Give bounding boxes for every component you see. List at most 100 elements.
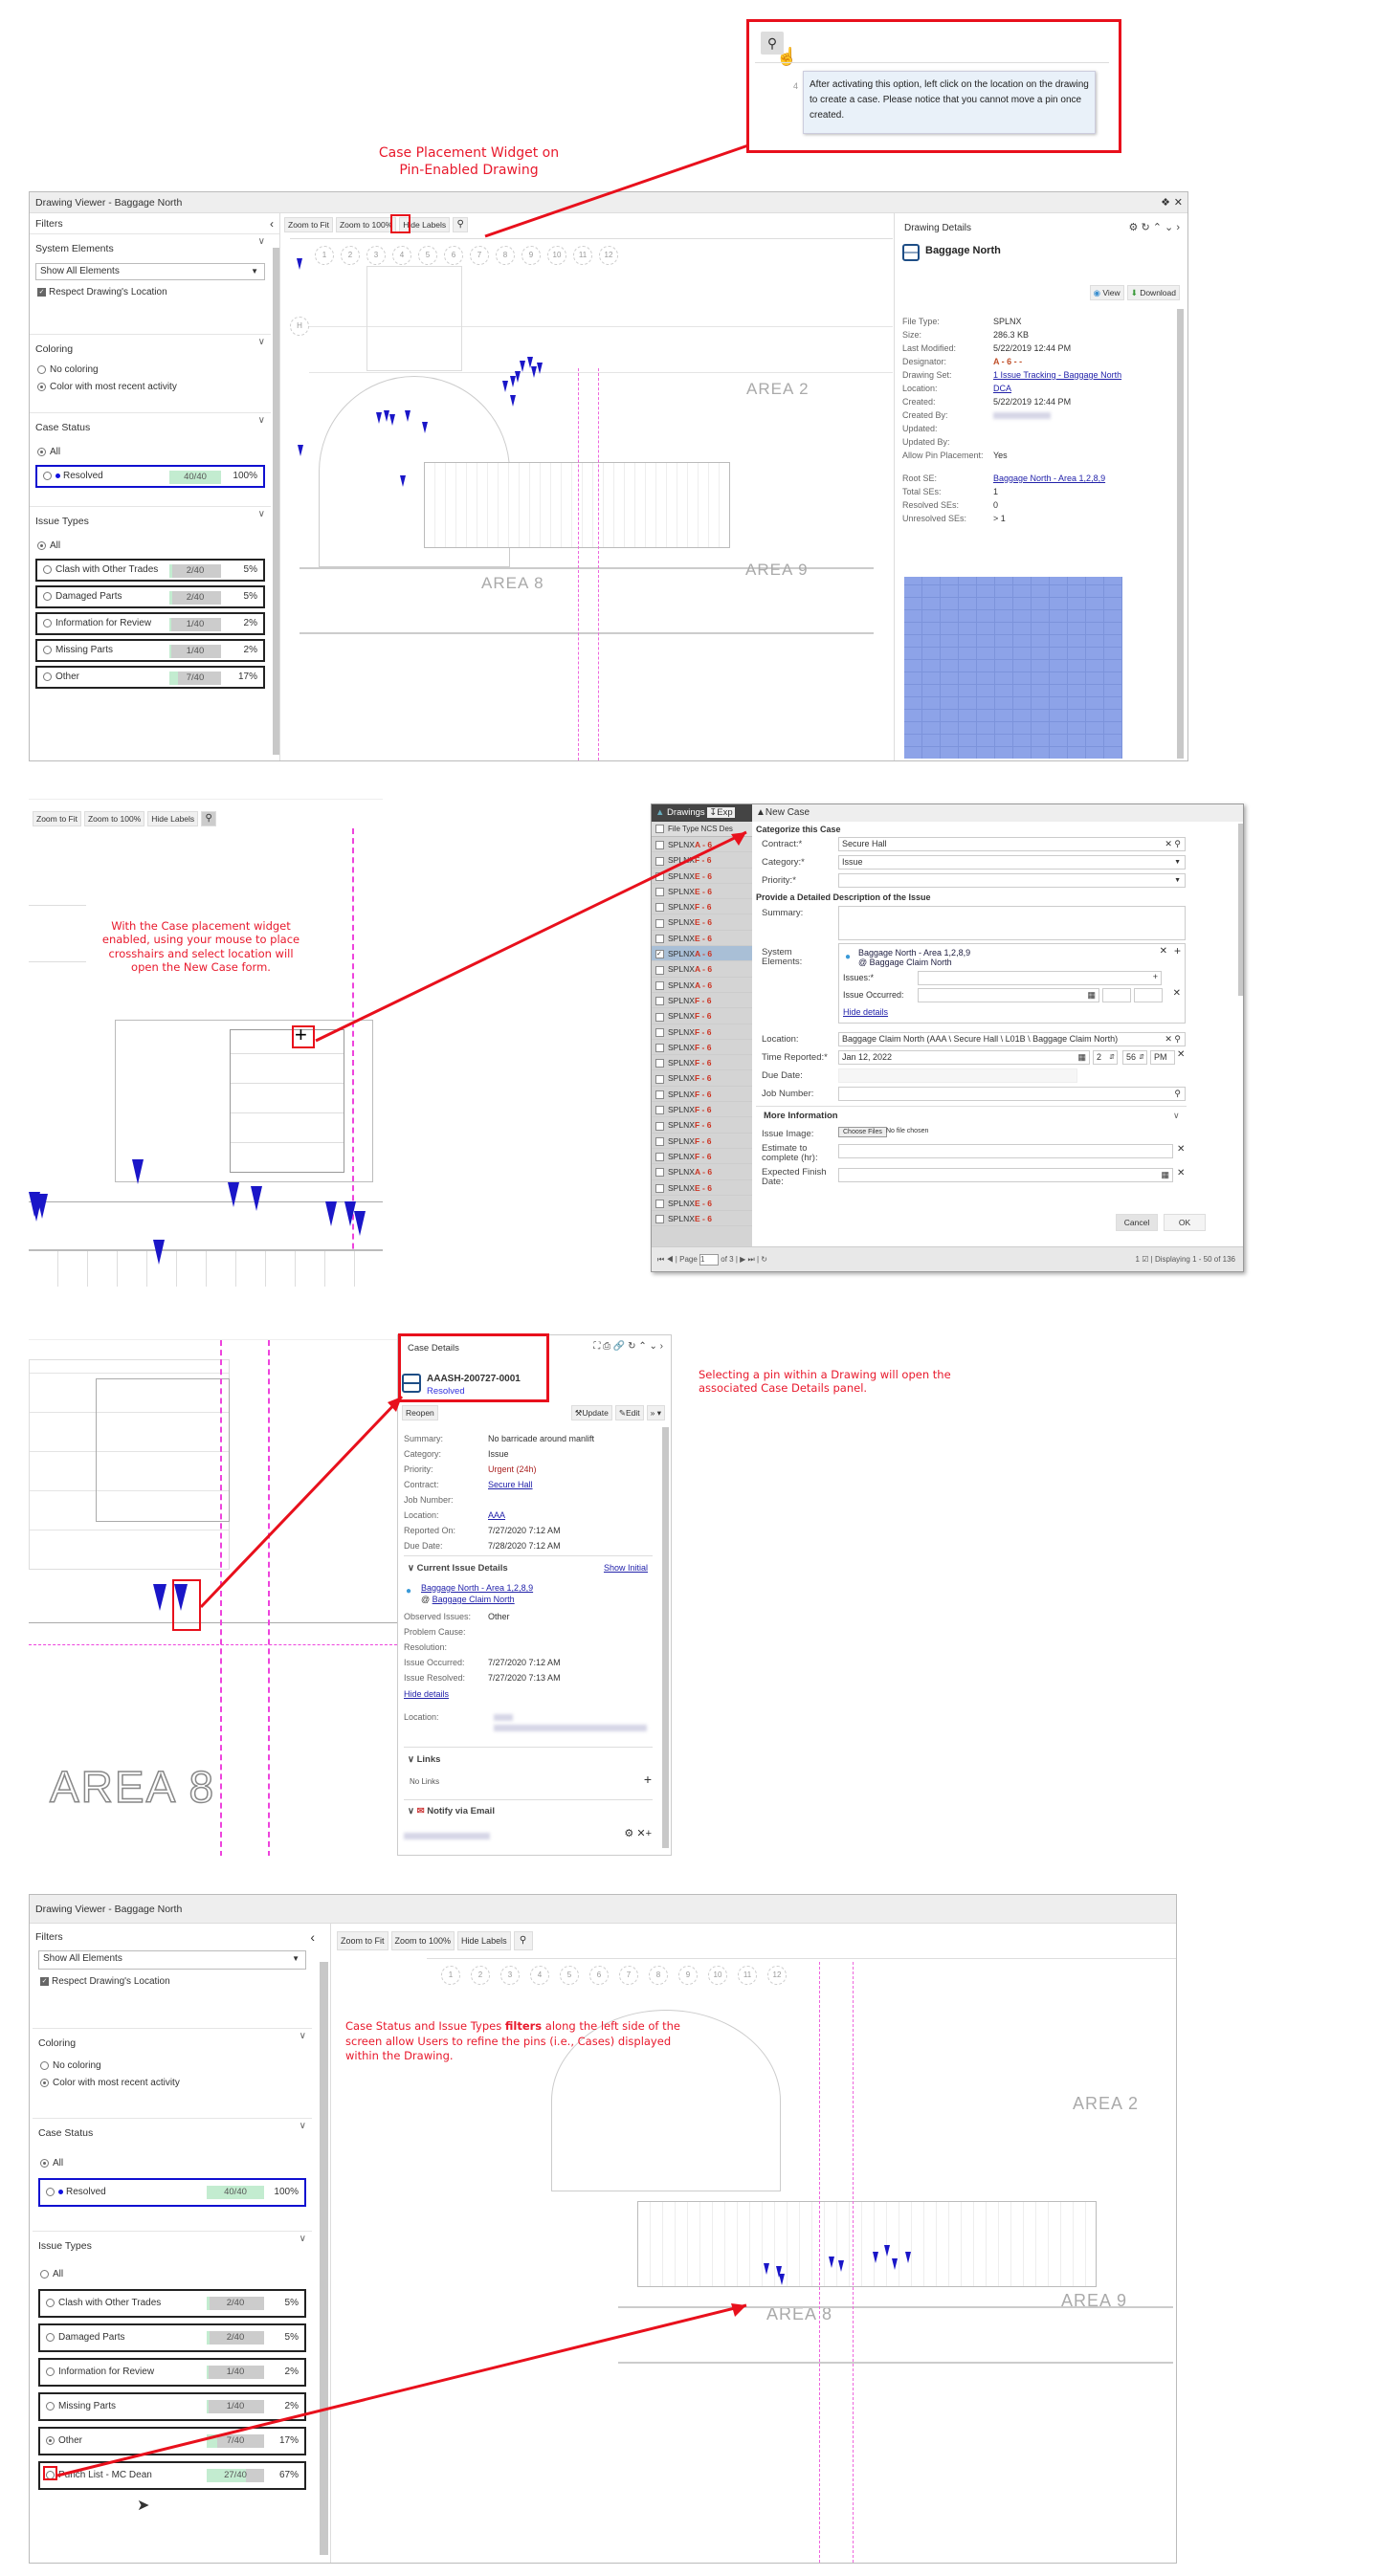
issue-occurred-minute[interactable]: [1134, 988, 1163, 1002]
current-issue-header[interactable]: ∨ Current Issue Details: [408, 1563, 508, 1574]
edit-button[interactable]: ✎Edit: [614, 1405, 644, 1420]
grid-row[interactable]: SPLNXF - 6: [652, 1087, 752, 1103]
estimate-input[interactable]: [838, 1144, 1173, 1158]
grid-row[interactable]: SPLNXF - 6: [652, 1102, 752, 1118]
row-checkbox[interactable]: [655, 997, 664, 1006]
tab-drawings[interactable]: Drawings: [667, 807, 705, 818]
help-icon[interactable]: ❖: [1161, 192, 1170, 213]
clear-icon[interactable]: ✕: [1177, 1144, 1185, 1155]
hide-labels-button[interactable]: Hide Labels: [457, 1931, 511, 1950]
chevron-down-icon[interactable]: ∨: [258, 509, 265, 519]
detail-link[interactable]: DCA: [993, 384, 1011, 393]
issue-types-all[interactable]: All: [35, 538, 265, 555]
row-checkbox[interactable]: [655, 871, 664, 881]
summary-textarea[interactable]: [838, 906, 1186, 940]
case-pin[interactable]: [779, 2274, 785, 2285]
refresh-icon[interactable]: ↻: [628, 1341, 635, 1352]
case-pin[interactable]: [389, 414, 395, 426]
case-pin[interactable]: [838, 2260, 844, 2272]
grid-row[interactable]: SPLNXE - 6: [652, 931, 752, 947]
grid-row[interactable]: SPLNXE - 6: [652, 1180, 752, 1196]
issue-types-all[interactable]: All: [38, 2266, 306, 2283]
chevron-right-icon[interactable]: ›: [660, 1341, 663, 1352]
issue-type-row[interactable]: Missing Parts 1/40 2%: [38, 2392, 306, 2421]
row-checkbox[interactable]: [655, 1121, 664, 1131]
case-pin[interactable]: [884, 2245, 890, 2257]
case-pin[interactable]: [298, 445, 303, 456]
expand-down-icon[interactable]: ⌄: [1165, 222, 1173, 233]
print-icon[interactable]: ⎙: [603, 1341, 610, 1352]
pin-placement-button[interactable]: ⚲: [453, 217, 469, 232]
row-checkbox[interactable]: [655, 1136, 664, 1146]
export-button[interactable]: ↧Exp: [707, 807, 735, 818]
grid-row[interactable]: SPLNXA - 6: [652, 961, 752, 978]
pin-placement-button[interactable]: ⚲: [513, 1931, 533, 1950]
filters-scrollbar[interactable]: [273, 248, 279, 755]
detail-link[interactable]: Baggage North - Area 1,2,8,9: [993, 473, 1105, 483]
search-icon[interactable]: ⚲: [1174, 1088, 1181, 1100]
case-pin[interactable]: [325, 1201, 337, 1226]
grid-row[interactable]: SPLNXF - 6: [652, 1149, 752, 1165]
respect-location-checkbox[interactable]: ✓ Respect Drawing's Location: [35, 284, 265, 301]
time-ampm-select[interactable]: PM: [1150, 1050, 1175, 1065]
priority-select[interactable]: ▼: [838, 873, 1186, 888]
chevron-down-icon[interactable]: ∨: [300, 2121, 306, 2131]
row-checkbox[interactable]: [655, 1200, 664, 1209]
issue-type-row[interactable]: Punch List - MC Dean 27/40 67%: [38, 2461, 306, 2490]
add-icon[interactable]: +: [646, 1828, 652, 1839]
row-checkbox[interactable]: [655, 841, 664, 850]
row-checkbox[interactable]: [655, 1215, 664, 1224]
case-status-row-resolved[interactable]: Resolved 40/40 100%: [38, 2178, 306, 2207]
row-checkbox[interactable]: [655, 980, 664, 990]
details-scrollbar[interactable]: [1177, 309, 1184, 759]
grid-row[interactable]: SPLNXE - 6: [652, 914, 752, 931]
select-all-checkbox[interactable]: [655, 825, 664, 834]
case-pin[interactable]: [502, 381, 508, 392]
expand-down-icon[interactable]: ⌄: [649, 1341, 656, 1352]
calendar-icon[interactable]: ▦: [1161, 1169, 1169, 1181]
case-pin[interactable]: [510, 376, 516, 387]
zoom-to-100-button[interactable]: Zoom to 100%: [390, 1931, 455, 1950]
row-checkbox[interactable]: [655, 903, 664, 913]
last-page-icon[interactable]: ⏭: [748, 1255, 755, 1264]
refresh-icon[interactable]: ↻: [761, 1255, 767, 1264]
issue-type-row[interactable]: Missing Parts 1/40 2%: [35, 639, 265, 662]
grid-row[interactable]: SPLNXE - 6: [652, 1211, 752, 1227]
calendar-icon[interactable]: ▦: [1087, 989, 1096, 1002]
grid-row[interactable]: SPLNXE - 6: [652, 1196, 752, 1212]
job-number-input[interactable]: ⚲: [838, 1087, 1186, 1101]
grid-row[interactable]: SPLNXA - 6: [652, 1164, 752, 1180]
chevron-down-icon[interactable]: ∨: [300, 2234, 306, 2244]
collapse-filters-icon[interactable]: ‹: [310, 1924, 315, 1950]
row-checkbox[interactable]: [655, 918, 664, 928]
view-button[interactable]: ◉ View: [1089, 285, 1124, 300]
case-pin[interactable]: [400, 475, 406, 487]
row-checkbox[interactable]: [655, 1090, 664, 1099]
case-pin[interactable]: [422, 422, 428, 433]
row-checkbox[interactable]: [655, 1106, 664, 1115]
grid-row[interactable]: SPLNXF - 6: [652, 852, 752, 869]
show-initial-link[interactable]: Show Initial: [604, 1563, 648, 1573]
clear-icon[interactable]: ✕: [1177, 1168, 1185, 1178]
clear-time-icon[interactable]: ✕: [1173, 988, 1181, 999]
grid-row[interactable]: SPLNXF - 6: [652, 1117, 752, 1134]
case-pin[interactable]: [354, 1211, 366, 1236]
category-select[interactable]: Issue ▼: [838, 855, 1186, 870]
crosshair-canvas[interactable]: Zoom to Fit Zoom to 100% Hide Labels ⚲ With…: [29, 799, 383, 1287]
grid-row[interactable]: SPLNXF - 6: [652, 899, 752, 915]
field-link[interactable]: Secure Hall: [488, 1480, 533, 1489]
chevron-down-icon[interactable]: ∨: [300, 2031, 306, 2041]
cancel-button[interactable]: Cancel: [1116, 1214, 1158, 1231]
ok-button[interactable]: OK: [1164, 1214, 1206, 1231]
more-actions-button[interactable]: » ▾: [646, 1405, 665, 1420]
zoom-to-fit-button[interactable]: Zoom to Fit: [33, 811, 81, 826]
add-se-icon[interactable]: +: [1174, 944, 1181, 958]
coloring-option-recent[interactable]: Color with most recent activity: [38, 2075, 306, 2092]
page-input[interactable]: 1: [699, 1253, 720, 1266]
row-checkbox[interactable]: [655, 965, 664, 975]
case-pin[interactable]: [873, 2252, 878, 2263]
grid-row[interactable]: SPLNXF - 6: [652, 993, 752, 1009]
issues-input[interactable]: +: [918, 971, 1162, 985]
issue-type-row[interactable]: Clash with Other Trades 2/40 5%: [38, 2289, 306, 2318]
spinner-icon[interactable]: ⇵: [1109, 1051, 1115, 1064]
